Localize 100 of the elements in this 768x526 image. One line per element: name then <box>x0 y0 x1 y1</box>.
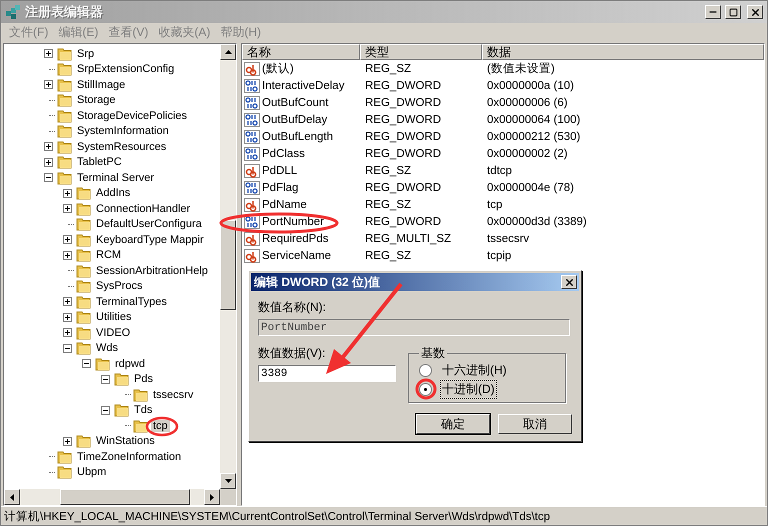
collapse-icon[interactable] <box>82 359 91 368</box>
expand-icon[interactable] <box>63 328 72 338</box>
tree-item[interactable]: SysProcs <box>94 280 144 292</box>
value-name[interactable]: PdClass <box>262 148 305 160</box>
value-name[interactable]: InteractiveDelay <box>262 80 344 92</box>
tree-item[interactable]: Srp <box>75 48 96 60</box>
string-value-icon <box>244 164 260 178</box>
value-name[interactable]: PdFlag <box>262 182 298 194</box>
value-name[interactable]: OutBufCount <box>262 96 328 108</box>
folder-icon <box>76 217 92 232</box>
value-data: tssecsrv <box>486 232 530 244</box>
scroll-right-button[interactable] <box>204 489 220 505</box>
value-name-field[interactable]: PortNumber <box>258 319 570 336</box>
tree-item[interactable]: RCM <box>94 249 124 262</box>
collapse-icon[interactable] <box>63 344 72 353</box>
tree-item[interactable]: SystemInformation <box>75 125 171 138</box>
tree-item[interactable]: VIDEO <box>94 326 132 339</box>
collapse-icon[interactable] <box>44 173 53 182</box>
string-value-icon <box>244 62 260 76</box>
folder-icon <box>95 356 111 371</box>
folder-icon <box>57 170 73 185</box>
dialog-button[interactable]: 确定 <box>416 414 490 434</box>
tree-item[interactable]: Terminal Server <box>75 172 156 184</box>
radio-label[interactable]: 十六进制(H) <box>441 362 508 379</box>
tree-item[interactable]: SessionArbitrationHelp <box>94 264 210 277</box>
folder-icon <box>57 93 73 108</box>
expand-icon[interactable] <box>63 204 72 214</box>
radio-button[interactable] <box>419 383 432 396</box>
tree-item[interactable]: Pds <box>132 373 155 386</box>
expand-icon[interactable] <box>44 80 53 90</box>
tree-item[interactable]: TabletPC <box>75 156 124 168</box>
vertical-scrollbar[interactable] <box>220 44 236 489</box>
tree-item[interactable]: TimeZoneInformation <box>75 450 184 463</box>
scroll-thumb[interactable] <box>60 489 190 505</box>
tree-item[interactable]: tssecsrv <box>151 388 196 401</box>
tree-item[interactable]: AddIns <box>94 187 132 200</box>
collapse-icon[interactable] <box>101 406 110 415</box>
field-label: 数值名称(N): <box>258 299 326 316</box>
tree-item[interactable]: Utilities <box>94 311 134 324</box>
value-name[interactable]: PdName <box>262 198 307 210</box>
tree-item[interactable]: SrpExtensionConfig <box>75 63 176 76</box>
expand-icon[interactable] <box>63 188 72 198</box>
horizontal-scrollbar[interactable] <box>4 489 220 505</box>
expand-icon[interactable] <box>63 297 72 306</box>
expand-icon[interactable] <box>63 436 72 446</box>
column-header[interactable]: 名称 <box>242 44 360 60</box>
value-name[interactable]: (默认) <box>262 61 294 76</box>
folder-icon <box>57 78 73 92</box>
value-type: REG_DWORD <box>364 130 442 142</box>
tree-item[interactable]: DefaultUserConfigura <box>94 218 204 230</box>
string-value-icon <box>244 198 260 212</box>
scroll-down-button[interactable] <box>220 473 236 489</box>
scroll-left-button[interactable] <box>4 489 20 505</box>
column-header[interactable]: 数据 <box>482 44 764 60</box>
tree-item[interactable]: StillImage <box>75 78 128 91</box>
collapse-icon[interactable] <box>101 374 110 384</box>
expand-icon[interactable] <box>63 250 72 260</box>
value-name[interactable]: RequiredPds <box>262 232 328 244</box>
tree-item[interactable]: TerminalTypes <box>94 296 169 308</box>
expand-icon[interactable] <box>63 312 72 322</box>
tree-item[interactable]: rdpwd <box>113 358 147 370</box>
column-header[interactable]: 类型 <box>360 44 482 60</box>
tree-item[interactable]: SystemResources <box>75 140 168 153</box>
folder-icon <box>76 326 92 340</box>
tree-item[interactable]: Wds <box>94 342 120 354</box>
dialog-button[interactable]: 取消 <box>498 414 572 434</box>
value-data: 0x0000004e (78) <box>486 182 575 194</box>
tree-item[interactable]: Ubpm <box>75 466 108 478</box>
tree-item[interactable]: Storage <box>75 94 118 106</box>
tree-item[interactable]: ConnectionHandler <box>94 202 192 215</box>
tree-item[interactable]: tcp <box>151 420 170 432</box>
expand-icon[interactable] <box>44 142 53 152</box>
down-arrow-icon <box>224 479 232 483</box>
value-name[interactable]: OutBufDelay <box>262 114 328 126</box>
close-button[interactable] <box>747 5 763 19</box>
value-type: REG_DWORD <box>364 182 442 194</box>
radio-label[interactable]: 十进制(D) <box>441 381 496 398</box>
expand-icon[interactable] <box>44 158 53 167</box>
folder-icon <box>133 418 149 433</box>
tree-item[interactable]: KeyboardType Mappir <box>94 234 206 246</box>
value-data-field[interactable]: 3389 <box>258 365 396 382</box>
folder-icon <box>114 403 130 418</box>
tree-item[interactable]: WinStations <box>94 435 157 448</box>
expand-icon[interactable] <box>63 235 72 244</box>
highlight-ellipse <box>416 378 436 400</box>
string-value-icon <box>244 248 260 262</box>
value-name[interactable]: ServiceName <box>262 250 332 262</box>
scroll-thumb[interactable] <box>220 220 236 310</box>
value-name[interactable]: PortNumber <box>262 216 324 228</box>
folder-icon <box>57 465 73 480</box>
tree-item[interactable]: Tds <box>132 404 154 416</box>
value-name[interactable]: OutBufLength <box>262 130 333 142</box>
radio-button[interactable] <box>419 364 432 377</box>
maximize-button[interactable] <box>725 5 741 19</box>
scroll-up-button[interactable] <box>220 44 236 60</box>
minimize-button[interactable] <box>705 5 721 19</box>
close-button[interactable] <box>561 275 577 289</box>
expand-icon[interactable] <box>44 49 53 58</box>
value-name[interactable]: PdDLL <box>262 164 298 176</box>
tree-item[interactable]: StorageDevicePolicies <box>75 110 190 122</box>
